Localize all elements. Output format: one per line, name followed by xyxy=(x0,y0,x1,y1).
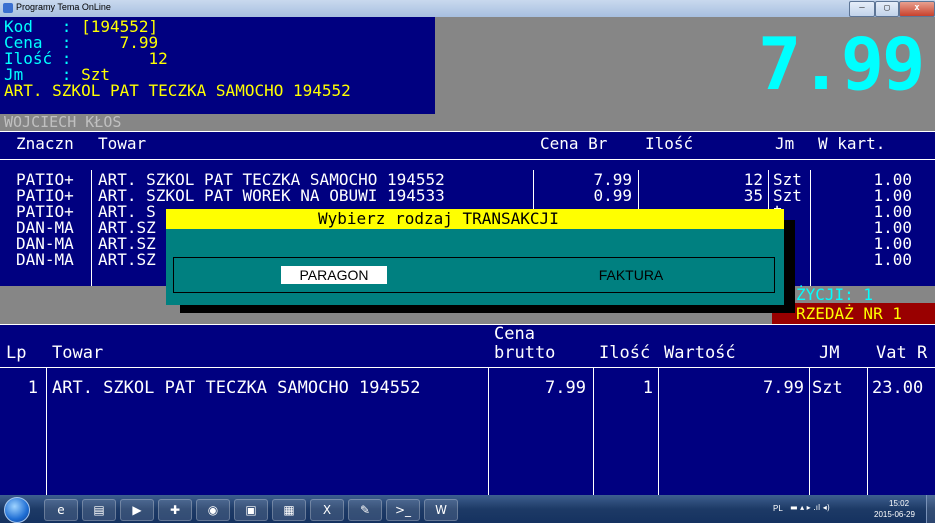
col-jm: JM xyxy=(819,343,840,363)
col-znaczn: Znaczn xyxy=(16,134,74,153)
antivirus-icon[interactable]: ✚ xyxy=(158,499,192,521)
close-button[interactable]: x xyxy=(899,1,935,17)
col-vat: Vat R xyxy=(876,343,928,363)
receipt-table[interactable]: 1 ART. SZKOL PAT TECZKA SAMOCHO 194552 7.9… xyxy=(0,368,935,495)
faktura-option[interactable]: FAKTURA xyxy=(581,266,681,284)
ilosc-value: 12 xyxy=(148,49,168,68)
cell-ilosc: 35 xyxy=(743,186,763,205)
cell-vat: 23.00 xyxy=(872,378,924,398)
col-ilosc: Ilość xyxy=(599,343,651,363)
firefox-icon[interactable]: ◉ xyxy=(196,499,230,521)
column-divider xyxy=(867,368,868,495)
product-name: ART. SZKOL PAT TECZKA SAMOCHO 194552 xyxy=(4,81,351,100)
customer-name: WOJCIECH KŁOS xyxy=(4,113,122,131)
cell-jm: Szt xyxy=(812,378,843,398)
product-table-header: Znaczn Towar Cena Br Ilość Jm W kart. xyxy=(0,131,935,160)
cell-cena: 0.99 xyxy=(593,186,632,205)
word-icon[interactable]: W xyxy=(424,499,458,521)
col-cena-br: Cena Br xyxy=(540,134,608,153)
col-jm: Jm xyxy=(775,134,795,153)
maximize-button[interactable]: ▢ xyxy=(875,1,899,17)
paint-icon[interactable]: ✎ xyxy=(348,499,382,521)
column-divider xyxy=(810,170,811,286)
explorer-icon[interactable]: ▤ xyxy=(82,499,116,521)
app-icon xyxy=(3,3,13,13)
excel-icon[interactable]: X xyxy=(310,499,344,521)
column-divider xyxy=(593,368,594,495)
cell-lp: 1 xyxy=(27,378,38,398)
tray-icons[interactable]: ▬ ▴ ▸ .ıl ◂) xyxy=(790,503,830,512)
app-red-icon[interactable]: ▣ xyxy=(234,499,268,521)
column-divider xyxy=(488,368,489,495)
media-player-icon[interactable]: ▶ xyxy=(120,499,154,521)
col-ilosc: Ilość xyxy=(645,134,694,153)
col-w-kart: W kart. xyxy=(818,134,886,153)
column-divider xyxy=(809,368,810,495)
status-sale-text: RZEDAŻ NR 1 xyxy=(796,304,902,323)
cell-ilosc: 1 xyxy=(642,378,653,398)
language-indicator[interactable]: PL xyxy=(773,504,783,513)
status-positions: ŻYCJI: 1 xyxy=(772,286,935,303)
column-divider xyxy=(46,368,47,495)
column-divider xyxy=(658,368,659,495)
col-wartosc: Wartość xyxy=(664,343,736,363)
paragon-option[interactable]: PARAGON xyxy=(281,266,387,284)
dialog-title-bar: Wybierz rodzaj TRANSAKCJI xyxy=(166,209,784,229)
start-button[interactable] xyxy=(4,497,30,523)
cell-w-kart: 1.00 xyxy=(873,250,912,269)
window-title: Programy Tema OnLine xyxy=(16,2,111,12)
dialog-title: Wybierz rodzaj TRANSAKCJI xyxy=(318,209,559,228)
cell-cena: 7.99 xyxy=(545,378,586,398)
dialog-options-frame xyxy=(173,257,775,293)
cell-towar: ART. SZKOL PAT TECZKA SAMOCHO 194552 xyxy=(52,378,421,398)
ie-icon[interactable]: e xyxy=(44,499,78,521)
col-cena-bottom: brutto xyxy=(494,343,556,363)
show-desktop-button[interactable] xyxy=(926,495,935,523)
minimize-button[interactable]: — xyxy=(849,1,875,17)
col-towar: Towar xyxy=(52,343,104,363)
status-sale: RZEDAŻ NR 1 xyxy=(772,303,935,324)
big-price-display: 7.99 xyxy=(758,22,925,106)
clock-time[interactable]: 15:02 xyxy=(889,499,909,508)
cell-wartosc: 7.99 xyxy=(763,378,804,398)
transaction-type-dialog: Wybierz rodzaj TRANSAKCJI PARAGON FAKTUR… xyxy=(166,209,784,305)
clock-date[interactable]: 2015-06-29 xyxy=(874,510,915,519)
column-divider xyxy=(91,170,92,286)
cell-towar: ART. SZKOL PAT WOREK NA OBUWI 194533 xyxy=(98,186,445,205)
customer-bar: WOJCIECH KŁOS xyxy=(0,114,935,131)
col-lp: Lp xyxy=(6,343,27,363)
col-cena-top: Cena xyxy=(494,324,535,344)
receipt-table-header: Lp Towar Cena brutto Ilość Wartość JM Va… xyxy=(0,324,935,368)
console-icon[interactable]: >_ xyxy=(386,499,420,521)
app-yellow-icon[interactable]: ▦ xyxy=(272,499,306,521)
title-bar[interactable]: Programy Tema OnLine — ▢ x xyxy=(0,0,935,17)
cell-znaczn: DAN-MA xyxy=(16,250,74,269)
product-info-panel: Kod : [194552] Cena : 7.99 Ilość : 12 Jm… xyxy=(0,17,435,114)
col-towar: Towar xyxy=(98,134,147,153)
status-positions-text: ŻYCJI: 1 xyxy=(796,285,874,304)
